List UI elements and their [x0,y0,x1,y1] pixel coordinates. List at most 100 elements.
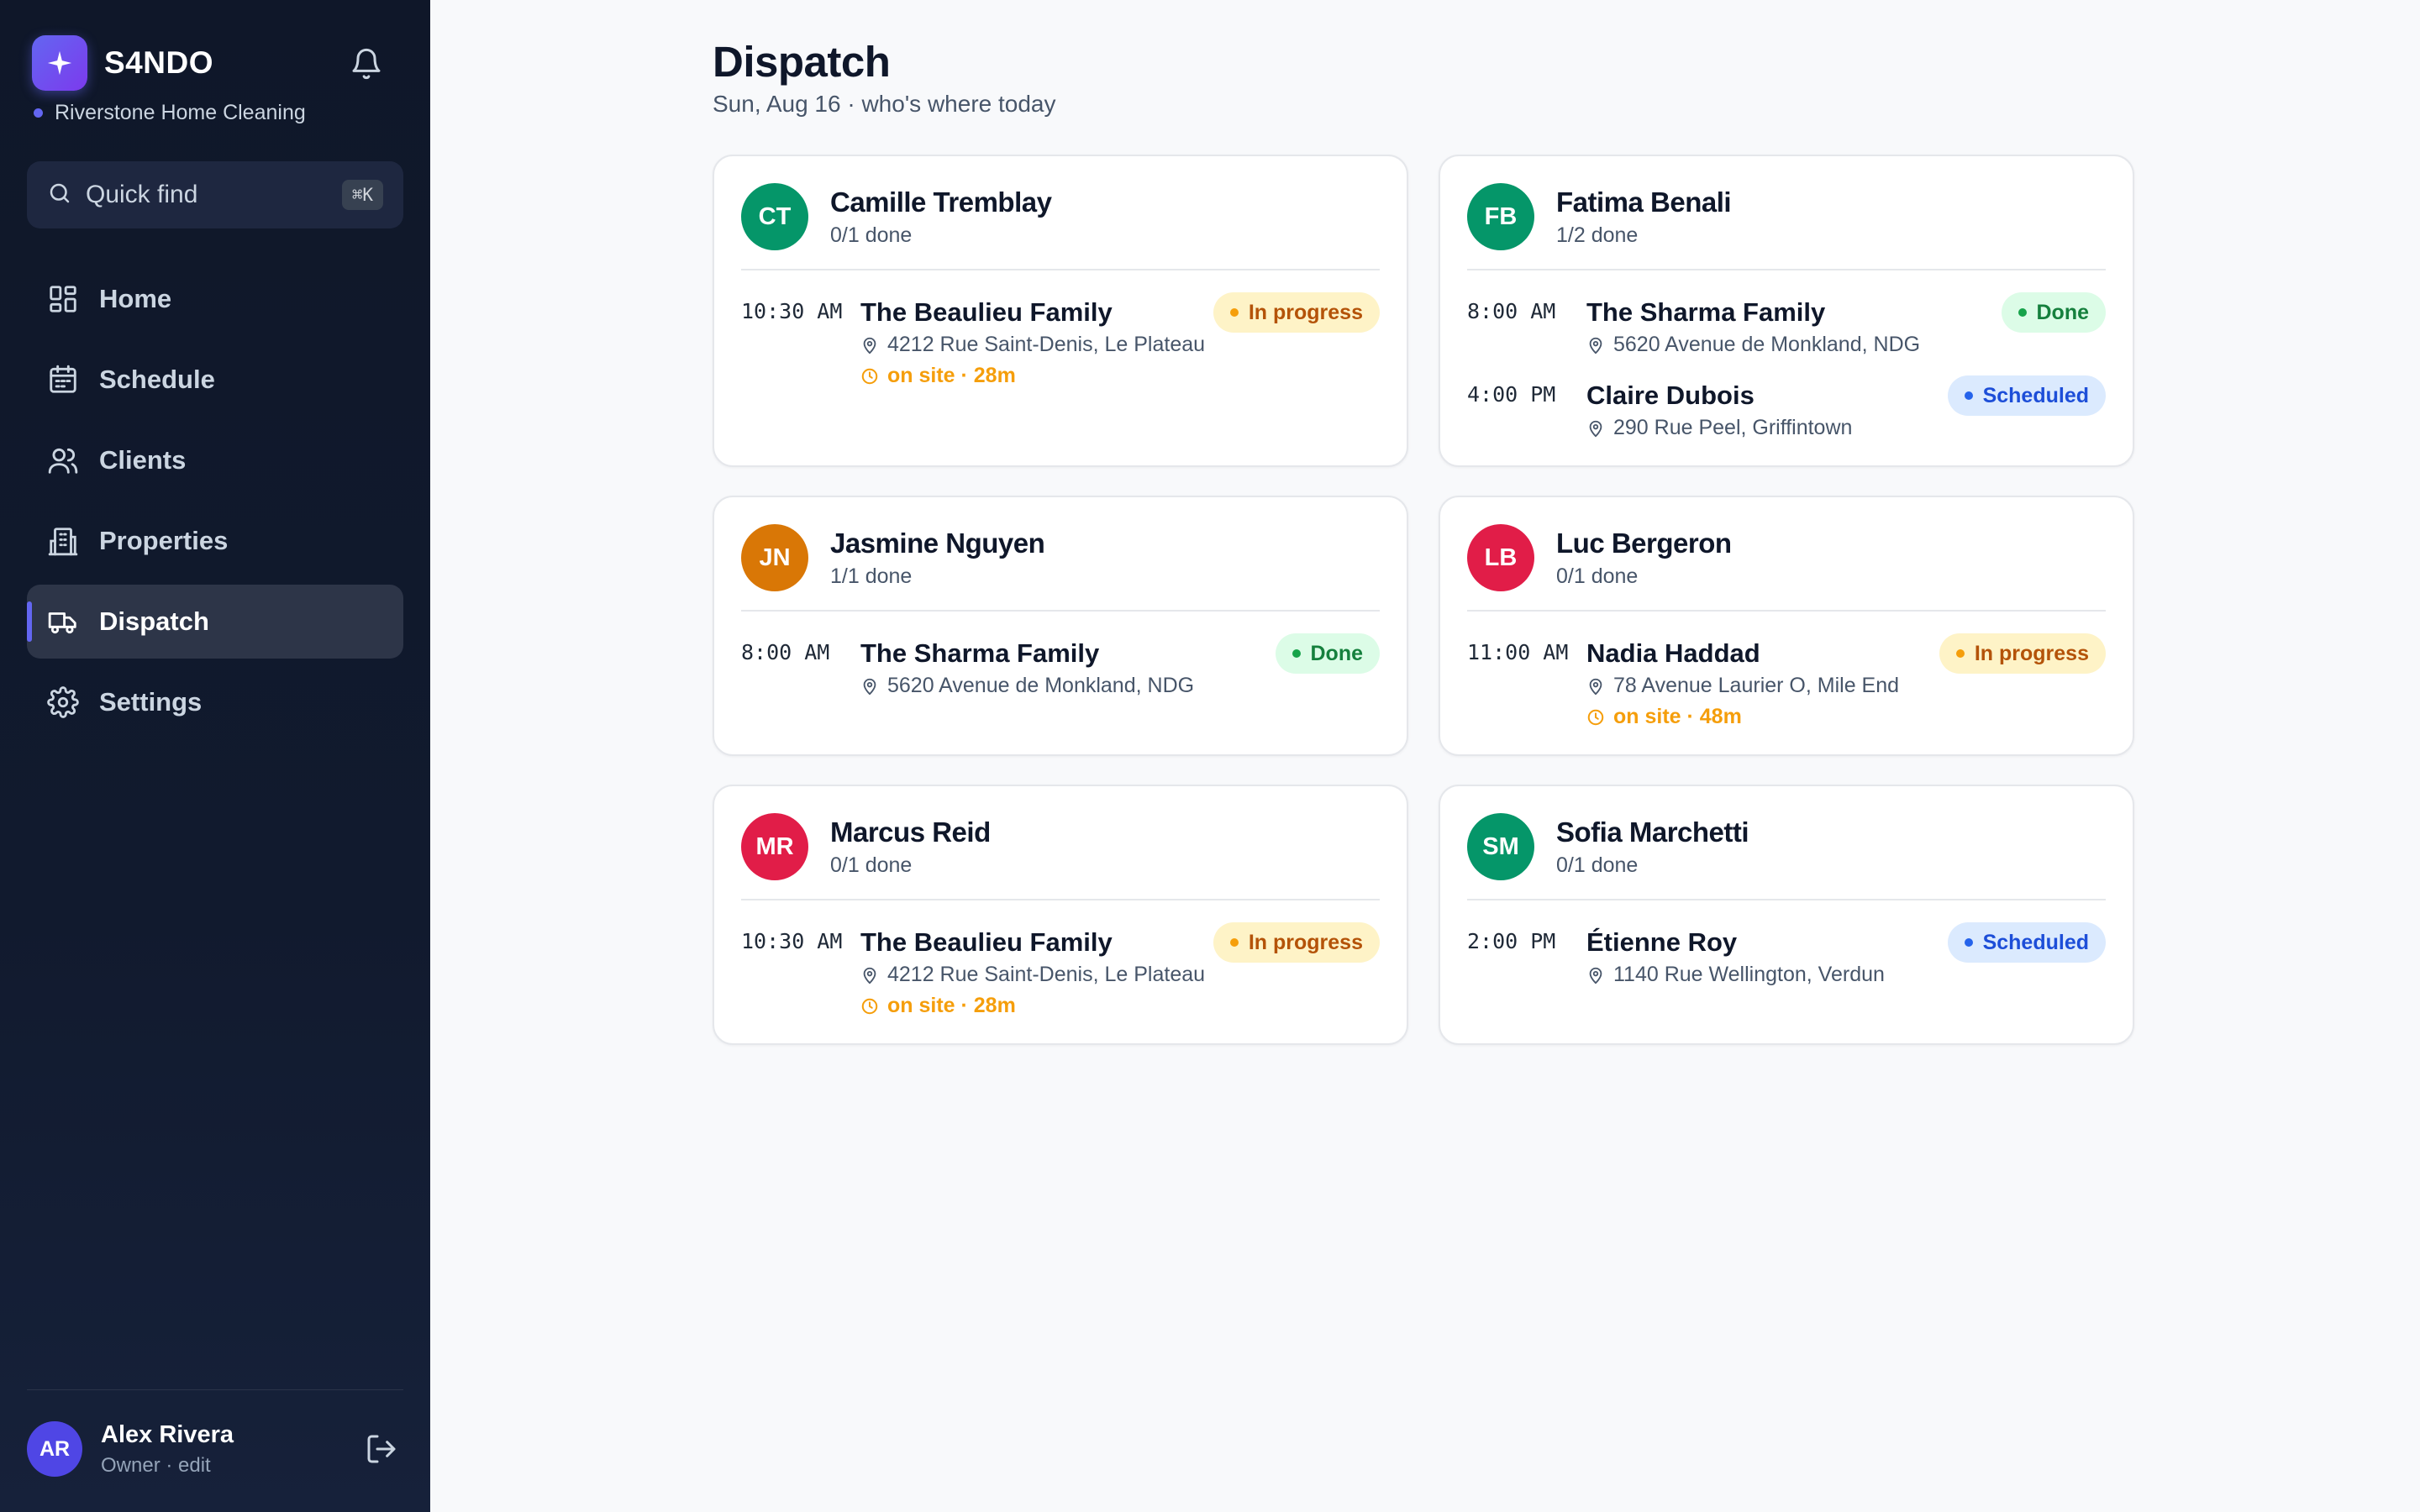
onsite-text: on site · 48m [1613,705,1742,728]
job-client: The Sharma Family [1586,297,1826,327]
job-time: 10:30 AM [741,929,843,953]
cleaner-progress: 1/2 done [1556,223,1639,247]
job-address: 290 Rue Peel, Griffintown [1586,416,1948,440]
calendar-icon [47,364,79,396]
cleaner-progress: 0/1 done [830,853,913,877]
avatar: MR [741,813,808,880]
status-dot [1229,308,1239,317]
job-onsite: on site · 28m [860,994,1213,1018]
cleaner-card[interactable]: SM Sofia Marchetti 0/1 done 2:00 PM Étie… [1439,785,2134,1045]
pin-icon [1589,967,1602,984]
status-label: Done [1310,641,1364,665]
status-label: In progress [1248,300,1363,324]
nav-label: Home [99,284,172,313]
card-header: MR Marcus Reid 0/1 done [741,813,1380,900]
cleaner-info: Marcus Reid 0/1 done [830,816,991,878]
job-row[interactable]: 8:00 AM The Sharma Family 5620 Avenue de… [741,633,1380,698]
job-row[interactable]: 10:30 AM The Beaulieu Family 4212 Rue Sa… [741,922,1380,1018]
cleaner-name: Camille Tremblay [830,186,1052,218]
nav-item-clients[interactable]: Clients [27,423,403,497]
sidebar-divider [27,1389,403,1390]
cleaner-info: Camille Tremblay 0/1 done [830,186,1052,248]
status-label: In progress [1248,930,1363,954]
grid-icon [47,283,79,315]
address-text: 290 Rue Peel, Griffintown [1613,416,1853,439]
job-time: 11:00 AM [1467,640,1569,664]
job-row[interactable]: 10:30 AM The Beaulieu Family 4212 Rue Sa… [741,292,1380,388]
brand[interactable]: S4NDO [32,35,213,91]
cleaner-info: Fatima Benali 1/2 done [1556,186,1732,248]
cleaner-progress: 0/1 done [830,223,913,247]
cleaner-card[interactable]: JN Jasmine Nguyen 1/1 done 8:00 AM The S… [713,496,1408,756]
card-header: CT Camille Tremblay 0/1 done [741,183,1380,270]
cleaner-name: Fatima Benali [1556,186,1732,218]
org-status-dot [34,108,43,118]
job-row[interactable]: 8:00 AM The Sharma Family 5620 Avenue de… [1467,292,2106,357]
job-list: 2:00 PM Étienne Roy 1140 Rue Wellington,… [1467,900,2106,987]
logout-icon[interactable] [365,1432,398,1466]
cleaner-card[interactable]: MR Marcus Reid 0/1 done 10:30 AM The Bea… [713,785,1408,1045]
status-badge: Scheduled [1947,375,2106,416]
status-dot [1292,649,1301,658]
job-address: 5620 Avenue de Monkland, NDG [860,674,1276,698]
job-details: The Sharma Family 5620 Avenue de Monklan… [1586,296,2002,357]
nav-item-settings[interactable]: Settings [27,665,403,739]
main-nav: Home Schedule Clients Properties Dispatc… [27,262,403,746]
nav-item-home[interactable]: Home [27,262,403,336]
truck-icon [47,606,79,638]
job-list: 10:30 AM The Beaulieu Family 4212 Rue Sa… [741,900,1380,1018]
status-badge: Done [1275,633,1380,674]
job-time: 10:30 AM [741,299,843,323]
cleaner-info: Luc Bergeron 0/1 done [1556,528,1732,589]
cleaner-card[interactable]: LB Luc Bergeron 0/1 done 11:00 AM Nadia … [1439,496,2134,756]
bell-icon[interactable] [350,47,383,81]
card-header: SM Sofia Marchetti 0/1 done [1467,813,2106,900]
sparkle-icon [32,35,87,91]
job-address: 4212 Rue Saint-Denis, Le Plateau [860,963,1213,987]
page-subtitle: Sun, Aug 16 · who's where today [713,91,1056,117]
job-onsite: on site · 28m [860,364,1213,388]
nav-label: Settings [99,687,203,717]
job-row[interactable]: 11:00 AM Nadia Haddad 78 Avenue Laurier … [1467,633,2106,729]
job-address: 5620 Avenue de Monkland, NDG [1586,333,2002,357]
job-row[interactable]: 2:00 PM Étienne Roy 1140 Rue Wellington,… [1467,922,2106,987]
job-address: 78 Avenue Laurier O, Mile End [1586,674,1939,698]
address-text: 5620 Avenue de Monkland, NDG [1613,333,1921,356]
nav-item-dispatch[interactable]: Dispatch [27,585,403,659]
job-address: 1140 Rue Wellington, Verdun [1586,963,1948,987]
address-text: 4212 Rue Saint-Denis, Le Plateau [887,963,1206,986]
cleaner-info: Sofia Marchetti 0/1 done [1556,816,1749,878]
nav-item-schedule[interactable]: Schedule [27,343,403,417]
pin-icon [863,337,876,354]
job-row[interactable]: 4:00 PM Claire Dubois 290 Rue Peel, Grif… [1467,375,2106,440]
quick-find-button[interactable]: Quick find ⌘K [27,161,403,228]
shortcut-hint: ⌘K [341,180,383,210]
status-label: Done [2036,300,2090,324]
address-text: 1140 Rue Wellington, Verdun [1613,963,1885,986]
address-text: 5620 Avenue de Monkland, NDG [887,674,1195,697]
card-header: LB Luc Bergeron 0/1 done [1467,524,2106,612]
cleaner-card[interactable]: CT Camille Tremblay 0/1 done 10:30 AM Th… [713,155,1408,467]
cleaner-name: Sofia Marchetti [1556,816,1749,848]
user-profile[interactable]: AR Alex Rivera Owner · edit [27,1420,403,1478]
status-badge: In progress [1213,922,1380,963]
cleaner-progress: 0/1 done [1556,853,1639,877]
search-icon [47,181,72,210]
dispatch-grid: CT Camille Tremblay 0/1 done 10:30 AM Th… [713,155,2138,1045]
cleaner-name: Luc Bergeron [1556,527,1732,559]
status-dot [1964,391,1973,400]
nav-item-properties[interactable]: Properties [27,504,403,578]
users-icon [47,444,79,476]
status-badge: Done [2001,292,2106,333]
job-client: Claire Dubois [1586,381,1754,410]
job-list: 10:30 AM The Beaulieu Family 4212 Rue Sa… [741,270,1380,388]
cleaner-card[interactable]: FB Fatima Benali 1/2 done 8:00 AM The Sh… [1439,155,2134,467]
cleaner-name: Marcus Reid [830,816,991,848]
avatar: SM [1467,813,1534,880]
job-time: 4:00 PM [1467,382,1556,407]
avatar: AR [27,1421,82,1477]
status-label: Scheduled [1982,930,2089,954]
clock-icon [861,368,878,384]
job-time: 8:00 AM [741,640,830,664]
card-header: FB Fatima Benali 1/2 done [1467,183,2106,270]
